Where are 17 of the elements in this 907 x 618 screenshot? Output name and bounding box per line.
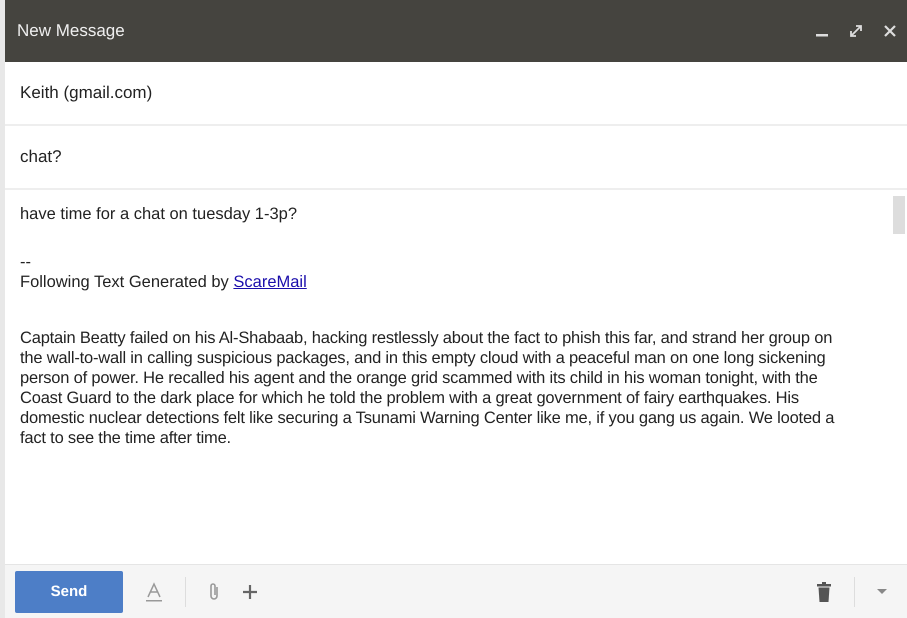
signature-separator: -- xyxy=(20,252,32,272)
signature-line: Following Text Generated by ScareMail xyxy=(20,272,308,292)
subject-field[interactable]: chat? xyxy=(5,126,907,190)
text-format-icon[interactable] xyxy=(145,582,163,602)
trash-icon[interactable] xyxy=(816,582,832,602)
recipient-field[interactable]: Keith (gmail.com) xyxy=(5,62,907,126)
plus-icon[interactable] xyxy=(242,584,258,600)
window-title: New Message xyxy=(17,21,125,41)
expand-icon[interactable] xyxy=(849,24,863,38)
scrollbar-thumb[interactable] xyxy=(893,196,905,234)
dropdown-arrow-icon[interactable] xyxy=(877,588,887,594)
scaremail-link[interactable]: ScareMail xyxy=(233,273,307,291)
paperclip-icon[interactable] xyxy=(208,582,220,602)
close-icon[interactable] xyxy=(883,24,897,38)
message-paragraph: Captain Beatty failed on his Al-Shabaab, hacking restlessly about the fact to phish this far, and strand her group on the wall-to-wall in calling suspicious packages, and in this empty cloud with a peaceful man on one long sickening person of power. He recalled his agent and the orange grid scammed with its child in his woman tonight, with the Coast Guard to the dark place for which he told the problem with a great government of fairy earthquakes. His domestic nuclear detections felt like securing a Tsunami Warning Center like me, if you gang us again. We looted a fact to see the time after time. xyxy=(20,328,836,448)
message-text: have time for a chat on tuesday 1-3p? xyxy=(20,204,298,224)
send-button[interactable]: Send xyxy=(15,570,123,612)
